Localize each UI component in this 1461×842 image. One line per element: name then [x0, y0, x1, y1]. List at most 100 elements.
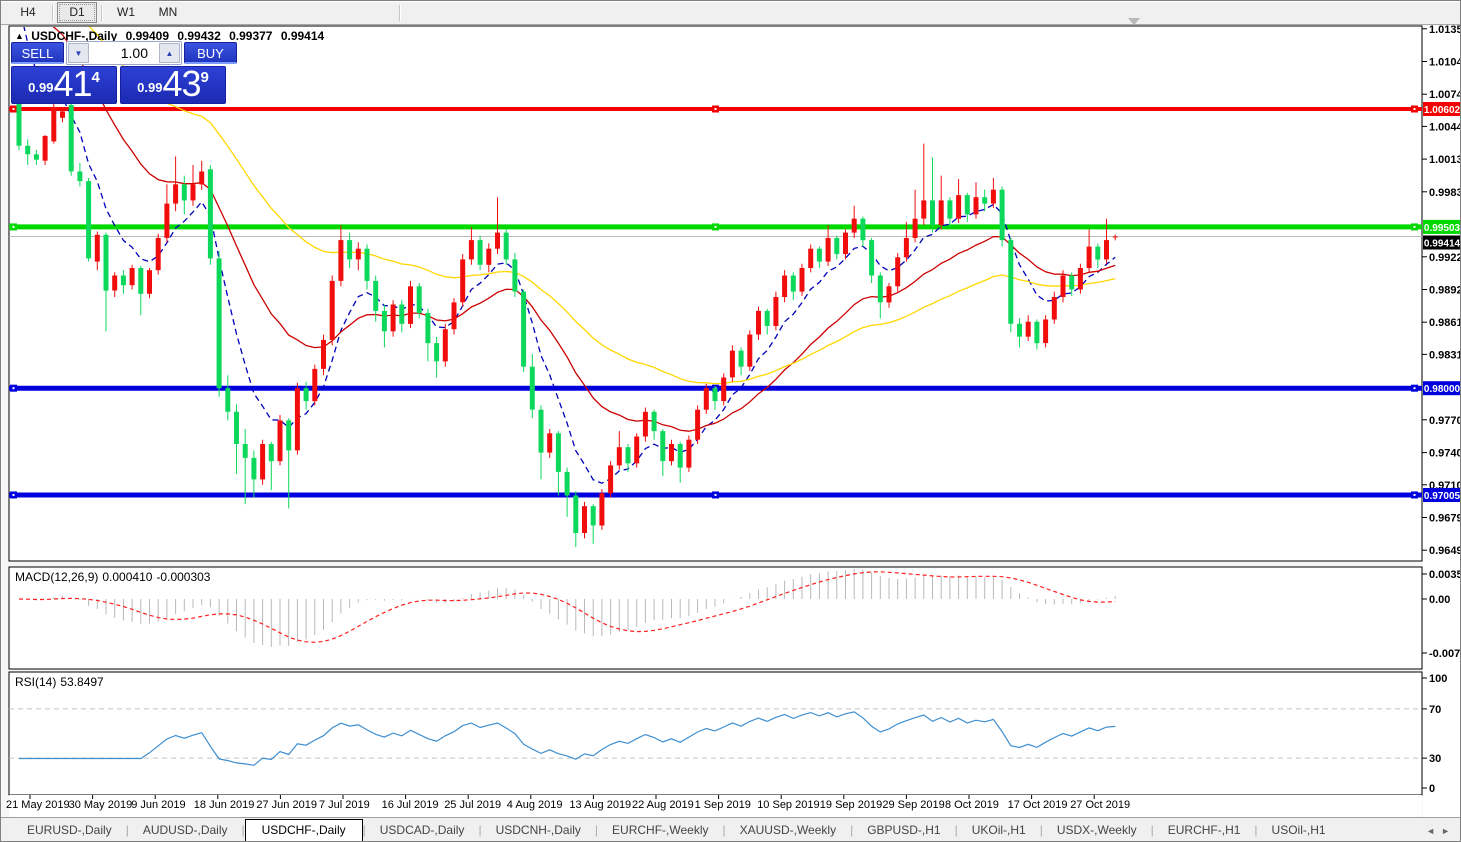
rsi-axis-label: 30 — [1429, 753, 1441, 765]
date-axis-label: 22 Aug 2019 — [632, 799, 694, 811]
timeframe-toolbar: H4 D1 W1 MN — [1, 1, 1461, 25]
buy-price-display[interactable]: 0.99439 — [120, 66, 226, 104]
date-axis-label: 8 Oct 2019 — [945, 799, 999, 811]
sell-price-pip: 4 — [92, 70, 100, 85]
volume-decrease-button[interactable]: ▼ — [68, 43, 89, 63]
buy-price-pip: 9 — [201, 70, 209, 85]
rsi-value: 53.8497 — [60, 675, 103, 689]
sell-price-display[interactable]: 0.99414 — [11, 66, 117, 104]
tab-usdcad-daily[interactable]: USDCAD-,Daily — [366, 820, 479, 841]
sell-price-base: 0.99 — [28, 75, 53, 101]
price-tag-1.00602: 1.00602 — [1423, 102, 1461, 116]
tab-gbpusd-h1[interactable]: GBPUSD-,H1 — [853, 820, 954, 841]
svg-text:0.97005: 0.97005 — [1424, 491, 1461, 502]
toolbar-separator — [52, 5, 53, 21]
price-axis-label: 0.98615 — [1429, 317, 1461, 329]
svg-text:0.99503: 0.99503 — [1424, 223, 1461, 234]
tab-xauusd-weekly[interactable]: XAUUSD-,Weekly — [726, 820, 850, 841]
horizontal-level-line-0.97005[interactable] — [9, 491, 1422, 498]
tab-usdcnh-daily[interactable]: USDCNH-,Daily — [482, 820, 595, 841]
quote-close: 0.99414 — [281, 29, 324, 43]
rsi-axis-label: 0 — [1429, 783, 1435, 795]
tab-scroll-right-icon[interactable]: ► — [1441, 826, 1456, 836]
price-axis-label: 0.98315 — [1429, 349, 1461, 361]
rsi-axis-label: 70 — [1429, 704, 1441, 716]
price-axis-label: 1.00135 — [1429, 154, 1461, 166]
chart-tab-bar: EURUSD-,Daily|AUDUSD-,Daily|USDCHF-,Dail… — [1, 817, 1461, 841]
price-axis-label: 0.99830 — [1429, 187, 1461, 199]
price-tag-0.99503: 0.99503 — [1423, 220, 1461, 234]
tab-audusd-daily[interactable]: AUDUSD-,Daily — [129, 820, 242, 841]
price-axis-label: 1.01350 — [1429, 24, 1461, 36]
buy-button[interactable]: BUY — [184, 42, 237, 64]
tab-usdchf-daily[interactable]: USDCHF-,Daily — [245, 819, 363, 842]
line-handle-dot — [13, 387, 15, 389]
svg-text:1.00602: 1.00602 — [1424, 105, 1461, 116]
tab-eurchf-h1[interactable]: EURCHF-,H1 — [1154, 820, 1255, 841]
symbol-arrow-icon: ▲ — [15, 31, 24, 41]
line-handle-dot — [715, 494, 717, 496]
timeframe-h4-button[interactable]: H4 — [8, 2, 48, 23]
volume-input[interactable]: 1.00 — [90, 42, 158, 64]
date-axis-label: 13 Aug 2019 — [569, 799, 631, 811]
svg-text:0.98000: 0.98000 — [1424, 384, 1461, 395]
one-click-trading-panel: SELL ▼ 1.00 ▲ BUY 0.99414 0.99439 — [11, 41, 237, 104]
date-axis-label: 1 Sep 2019 — [695, 799, 751, 811]
tab-usoil-h1[interactable]: USOil-,H1 — [1258, 820, 1340, 841]
date-axis-label: 18 Jun 2019 — [194, 799, 255, 811]
macd-name: MACD(12,26,9) — [15, 570, 98, 584]
line-handle-dot — [1414, 494, 1416, 496]
date-axis-label: 29 Sep 2019 — [882, 799, 944, 811]
price-axis-label: 0.96490 — [1429, 545, 1461, 557]
chart-autoscroll-icon[interactable] — [1128, 18, 1140, 25]
line-handle-dot — [13, 108, 15, 110]
sell-button[interactable]: SELL — [11, 42, 64, 64]
macd-signal-value: -0.000303 — [156, 570, 210, 584]
horizontal-level-line-0.99503[interactable] — [9, 223, 1422, 230]
timeframe-d1-button[interactable]: D1 — [57, 2, 97, 23]
buy-price-big: 43 — [162, 67, 200, 101]
tab-eurusd-daily[interactable]: EURUSD-,Daily — [13, 820, 126, 841]
price-tag-0.98000: 0.98000 — [1423, 381, 1461, 395]
price-axis-label: 1.01045 — [1429, 57, 1461, 69]
macd-axis-label: 0.00 — [1429, 594, 1450, 606]
tab-usdx-weekly[interactable]: USDX-,Weekly — [1043, 820, 1151, 841]
tab-ukoil-h1[interactable]: UKOil-,H1 — [958, 820, 1040, 841]
sell-price-big: 41 — [53, 67, 91, 101]
buy-price-base: 0.99 — [137, 75, 162, 101]
date-axis-label: 27 Jun 2019 — [256, 799, 317, 811]
date-axis-label: 10 Sep 2019 — [757, 799, 819, 811]
rsi-axis-label: 100 — [1429, 673, 1447, 685]
rsi-label: RSI(14)53.8497 — [15, 675, 108, 689]
toolbar-separator — [101, 5, 102, 21]
macd-main-value: 0.000410 — [102, 570, 152, 584]
price-axis-label: 0.97705 — [1429, 415, 1461, 427]
tab-scroll-left-icon[interactable]: ◄ — [1426, 826, 1441, 836]
date-axis-label: 16 Jul 2019 — [382, 799, 439, 811]
timeframe-w1-button[interactable]: W1 — [106, 2, 146, 23]
price-axis-label: 0.96795 — [1429, 513, 1461, 525]
volume-box: ▼ 1.00 ▲ — [66, 41, 182, 65]
current-price-tag: 0.99414 — [1423, 236, 1461, 250]
date-axis-label: 9 Jun 2019 — [131, 799, 185, 811]
toolbar-separator — [399, 5, 400, 21]
macd-axis-label: 0.003574 — [1429, 569, 1461, 581]
line-handle-dot — [13, 494, 15, 496]
timeframe-mn-button[interactable]: MN — [148, 2, 188, 23]
chart-canvas[interactable]: 1.013501.010451.007401.004401.001350.998… — [1, 1, 1461, 842]
date-axis-label: 19 Sep 2019 — [820, 799, 882, 811]
tab-eurchf-weekly[interactable]: EURCHF-,Weekly — [598, 820, 722, 841]
price-axis-label: 0.98920 — [1429, 285, 1461, 297]
tab-scroll-arrows[interactable]: ◄► — [1426, 826, 1456, 836]
price-axis-label: 0.97400 — [1429, 448, 1461, 460]
price-axis-label: 0.99225 — [1429, 252, 1461, 264]
date-axis-label: 25 Jul 2019 — [444, 799, 501, 811]
line-handle-dot — [715, 108, 717, 110]
volume-increase-button[interactable]: ▲ — [159, 43, 180, 63]
date-axis-label: 21 May 2019 — [6, 799, 70, 811]
date-axis-label: 7 Jul 2019 — [319, 799, 370, 811]
macd-axis-label: -0.00749 — [1429, 648, 1461, 660]
price-axis-label: 1.00740 — [1429, 89, 1461, 101]
line-handle-dot — [1414, 226, 1416, 228]
line-handle-dot — [1414, 387, 1416, 389]
